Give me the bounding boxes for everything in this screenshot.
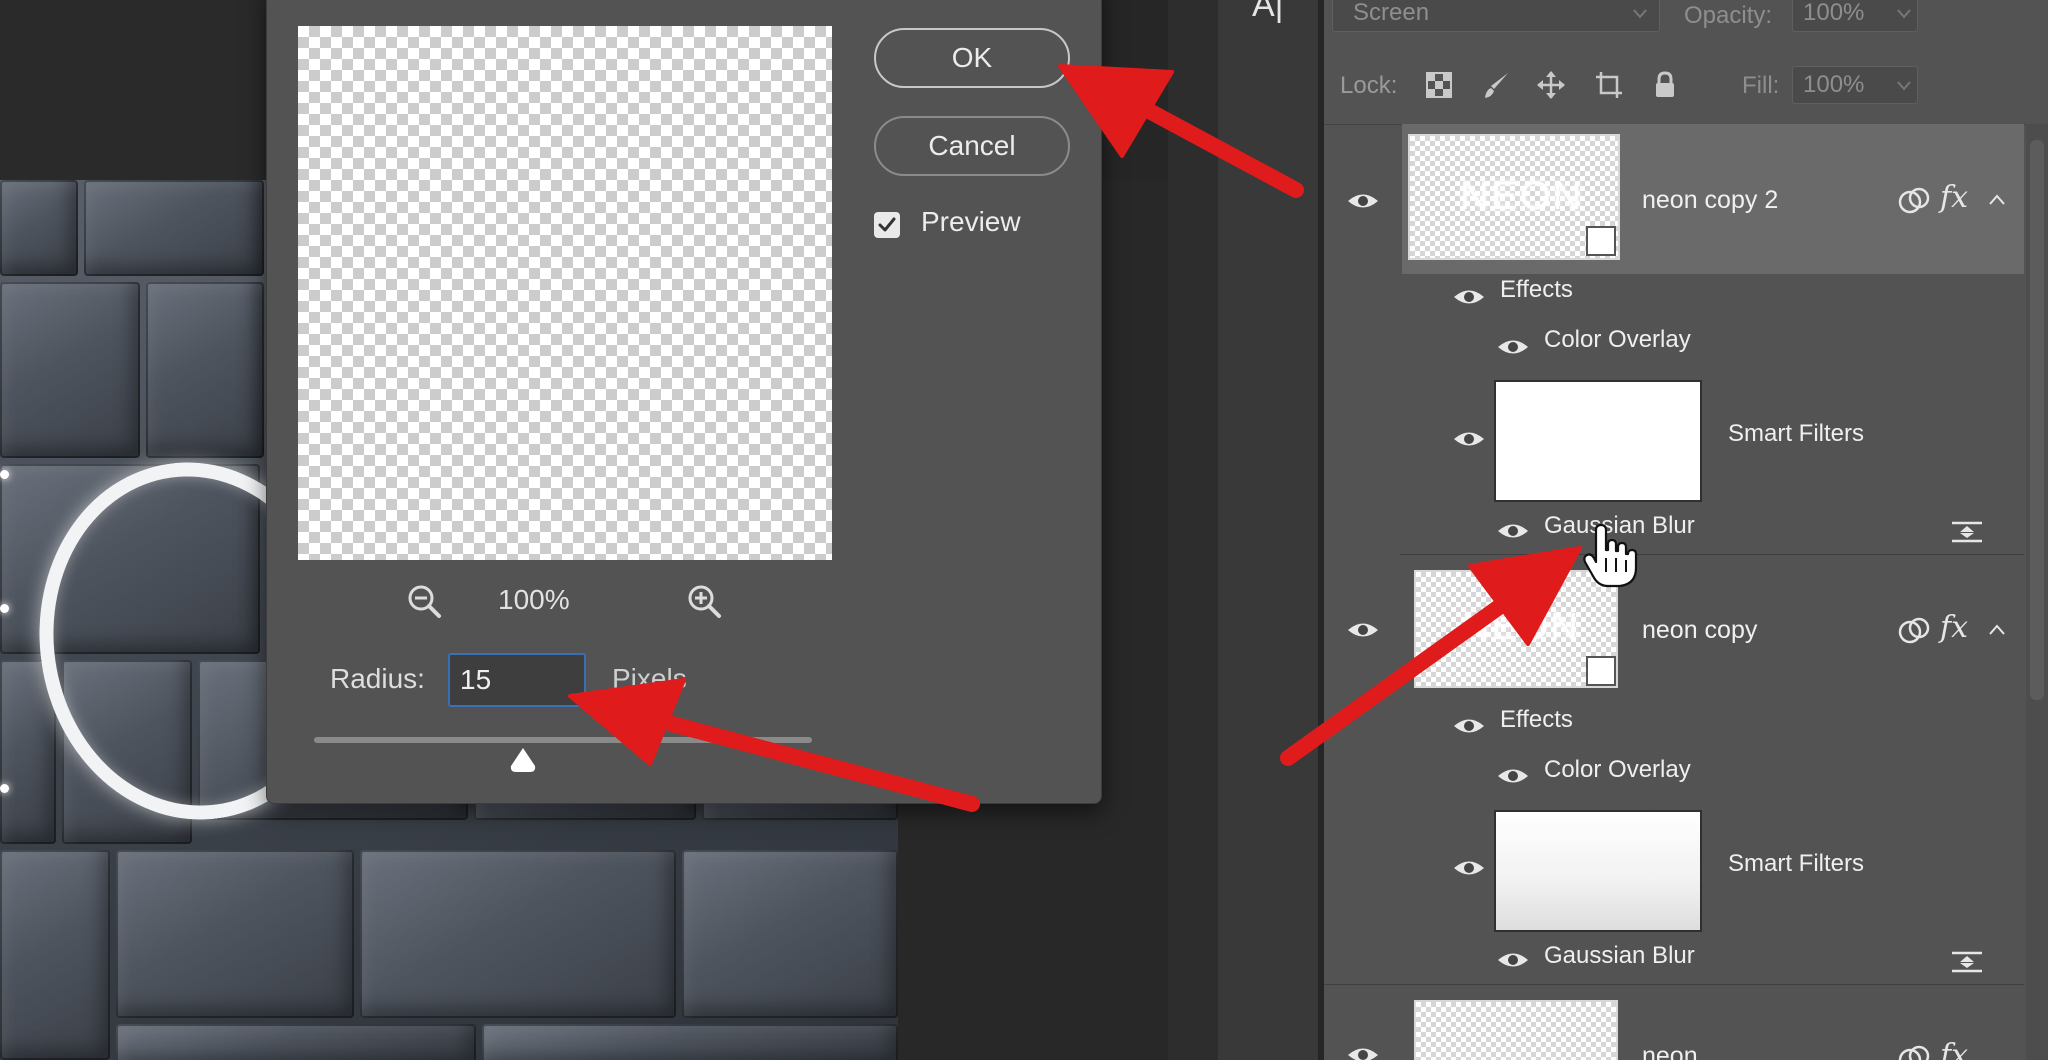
- fx-icon[interactable]: fx: [1940, 180, 1968, 215]
- lock-image-pixels-icon[interactable]: [1482, 70, 1512, 100]
- lock-label: Lock:: [1340, 72, 1398, 99]
- lock-transparent-pixels-icon[interactable]: [1424, 70, 1454, 100]
- fill-label: Fill:: [1742, 72, 1780, 99]
- stone-brick: [146, 282, 264, 458]
- lock-position-icon[interactable]: [1536, 70, 1566, 100]
- fill-input-value: 100%: [1803, 71, 1865, 98]
- fx-icon[interactable]: fx: [1940, 1038, 1968, 1060]
- filter-gaussian-blur[interactable]: Gaussian Blur: [1544, 942, 1695, 970]
- visibility-eye-icon[interactable]: [1346, 1044, 1380, 1060]
- visibility-eye-icon[interactable]: [1496, 520, 1530, 542]
- smart-object-badge-icon: [1586, 226, 1616, 256]
- opacity-label: Opacity:: [1684, 2, 1773, 29]
- stone-brick: [482, 1024, 898, 1060]
- stone-brick: [682, 850, 898, 1018]
- fill-input[interactable]: 100%: [1792, 66, 1918, 104]
- visibility-eye-icon[interactable]: [1496, 765, 1530, 787]
- smart-object-badge-icon: [1586, 656, 1616, 686]
- visibility-eye-icon[interactable]: [1452, 286, 1486, 308]
- thumbnail-text: NEON: [1462, 606, 1580, 648]
- opacity-input-value: 100%: [1803, 0, 1865, 26]
- layer-name[interactable]: neon copy: [1642, 616, 1757, 645]
- preview-label: Preview: [921, 206, 1021, 237]
- smart-filter-mask-thumbnail[interactable]: [1494, 810, 1702, 932]
- stone-brick: [116, 1024, 476, 1060]
- neon-dot: [0, 784, 9, 793]
- smart-filter-mask-thumbnail[interactable]: [1494, 380, 1702, 502]
- stone-brick: [116, 850, 354, 1018]
- layer-name[interactable]: neon copy 2: [1642, 186, 1778, 215]
- layer-name[interactable]: neon: [1642, 1042, 1698, 1060]
- lock-artboard-icon[interactable]: [1594, 70, 1624, 100]
- fx-icon[interactable]: fx: [1940, 610, 1968, 645]
- radius-slider-track[interactable]: [314, 737, 812, 743]
- visibility-eye-icon[interactable]: [1496, 336, 1530, 358]
- stone-brick: [84, 180, 264, 276]
- effects-label: Effects: [1500, 276, 1573, 303]
- smart-filters-label: Smart Filters: [1728, 420, 1865, 447]
- lock-all-icon[interactable]: [1650, 70, 1680, 100]
- hand-cursor-icon: [1583, 524, 1638, 588]
- visibility-eye-icon[interactable]: [1346, 190, 1380, 212]
- stone-brick: [360, 850, 676, 1018]
- character-panel-icon[interactable]: A|: [1252, 0, 1284, 25]
- layer-divider: [1324, 984, 2024, 985]
- layer-thumbnail[interactable]: [1414, 1000, 1618, 1060]
- effect-color-overlay[interactable]: Color Overlay: [1544, 756, 1691, 784]
- effect-color-overlay[interactable]: Color Overlay: [1544, 326, 1691, 354]
- chevron-up-icon[interactable]: [1988, 624, 2006, 636]
- neon-dot: [0, 470, 9, 479]
- ok-button-label: OK: [951, 42, 993, 73]
- smart-object-link-icon: [1898, 617, 1930, 644]
- smart-object-link-icon: [1898, 187, 1930, 214]
- zoom-level-readout: 100%: [498, 584, 570, 615]
- stone-brick: [0, 282, 140, 458]
- chevron-down-icon: [1897, 81, 1911, 91]
- ok-button[interactable]: OK: [874, 28, 1070, 88]
- smart-filters-label: Smart Filters: [1728, 850, 1865, 877]
- cancel-button[interactable]: Cancel: [874, 116, 1070, 176]
- layer-divider: [1400, 554, 2024, 555]
- cancel-button-label: Cancel: [928, 130, 1016, 161]
- chevron-down-icon: [1897, 9, 1911, 19]
- zoom-in-icon[interactable]: [686, 583, 722, 619]
- zoom-out-icon[interactable]: [406, 583, 442, 619]
- visibility-eye-icon[interactable]: [1452, 715, 1486, 737]
- chevron-down-icon: [1633, 9, 1647, 19]
- opacity-input[interactable]: 100%: [1792, 0, 1918, 32]
- smart-object-link-icon: [1898, 1045, 1930, 1060]
- checkmark-icon: [878, 217, 896, 232]
- radius-input[interactable]: [448, 653, 586, 707]
- blend-mode-value: Screen: [1353, 0, 1430, 26]
- stone-brick: [0, 180, 78, 276]
- visibility-eye-icon[interactable]: [1452, 857, 1486, 879]
- thumbnail-text: NEON: [1460, 174, 1584, 218]
- visibility-eye-icon[interactable]: [1346, 619, 1380, 641]
- visibility-eye-icon[interactable]: [1452, 428, 1486, 450]
- effects-label: Effects: [1500, 706, 1573, 733]
- collapsed-panel-strip: [1218, 0, 1319, 1060]
- filter-preview-area[interactable]: [298, 26, 832, 560]
- radius-label: Radius:: [330, 663, 425, 694]
- stone-brick: [0, 850, 110, 1060]
- filter-blending-options-icon[interactable]: [1950, 950, 1984, 974]
- blend-mode-select[interactable]: Screen: [1332, 0, 1660, 32]
- visibility-eye-icon[interactable]: [1496, 949, 1530, 971]
- neon-dot: [0, 604, 9, 613]
- chevron-up-icon[interactable]: [1988, 194, 2006, 206]
- preview-checkbox[interactable]: [874, 212, 900, 238]
- radius-unit-label: Pixels: [612, 663, 687, 694]
- layers-scrollbar-thumb[interactable]: [2030, 140, 2044, 700]
- filter-blending-options-icon[interactable]: [1950, 520, 1984, 544]
- photoshop-window: OK Cancel Preview 100% Radius: Pixels A|…: [0, 0, 2048, 1060]
- radius-slider-handle[interactable]: [508, 746, 538, 774]
- panel-dock-strip: [1168, 0, 1219, 1060]
